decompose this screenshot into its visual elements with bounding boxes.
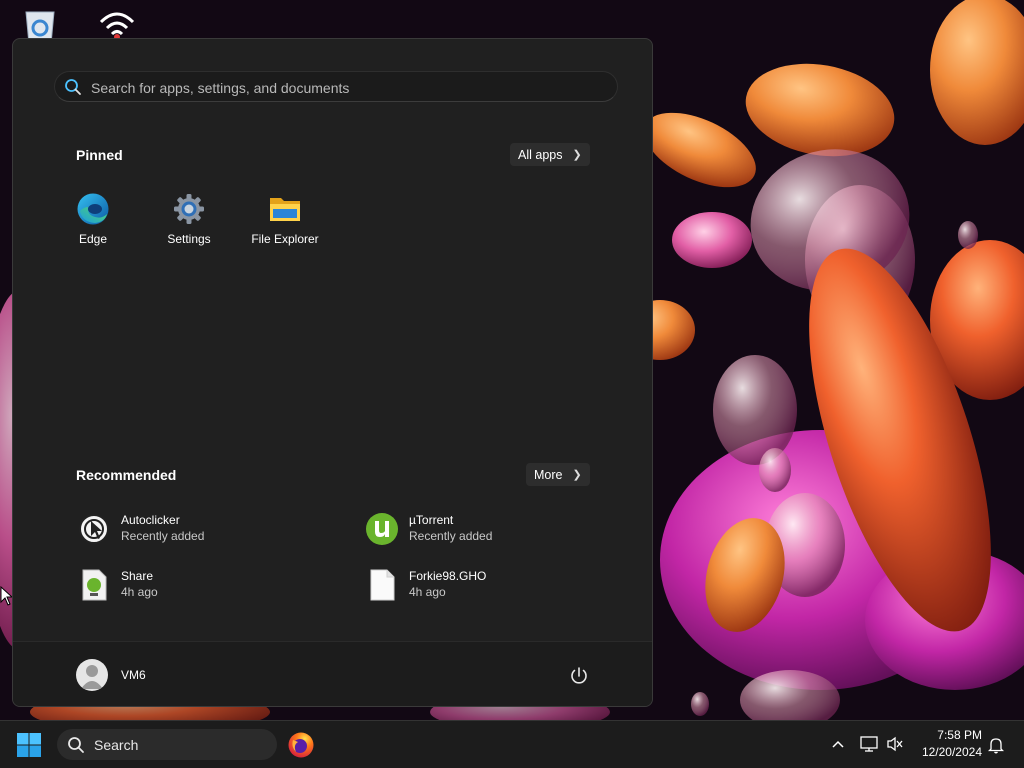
user-avatar-icon [81, 665, 103, 689]
start-search-input[interactable] [89, 72, 593, 103]
pinned-app-edge[interactable]: Edge [51, 189, 135, 251]
recommended-item-name: Share [121, 569, 154, 583]
taskbar-search-label: Search [94, 737, 139, 753]
recommended-item-subtitle: Recently added [409, 529, 493, 543]
chevron-right-icon: ❯ [572, 149, 582, 161]
user-bar: VM6 [13, 641, 652, 706]
search-icon [65, 79, 81, 95]
more-label: More [534, 467, 563, 482]
clock-date[interactable]: 12/20/2024 [914, 745, 982, 759]
pinned-title: Pinned [76, 147, 123, 163]
start-search-box[interactable] [54, 71, 618, 103]
pinned-app-label: File Explorer [251, 232, 319, 246]
settings-gear-icon [174, 194, 204, 224]
avatar[interactable] [76, 659, 108, 691]
recommended-title: Recommended [76, 467, 177, 483]
recommended-item-autoclicker[interactable]: Autoclicker Recently added [77, 509, 337, 549]
all-apps-label: All apps [518, 147, 563, 162]
windows-start-icon[interactable] [16, 732, 42, 758]
share-file-icon [82, 569, 107, 601]
recommended-item-share[interactable]: Share 4h ago [77, 565, 337, 605]
mouse-cursor-icon [0, 586, 12, 606]
all-apps-button[interactable]: All apps ❯ [510, 143, 590, 166]
taskbar-search-button[interactable]: Search [57, 729, 277, 760]
taskbar: Search [0, 720, 1024, 768]
chevron-up-icon[interactable] [832, 739, 844, 749]
recommended-item-subtitle: Recently added [121, 529, 205, 543]
autoclicker-icon [79, 514, 109, 544]
recommended-item-forkie98[interactable]: Forkie98.GHO 4h ago [365, 565, 625, 605]
recommended-item-subtitle: 4h ago [409, 585, 446, 599]
pinned-app-file-explorer[interactable]: File Explorer [243, 189, 327, 251]
display-monitor-icon[interactable] [860, 736, 878, 752]
notification-bell-icon[interactable] [988, 736, 1004, 754]
utorrent-icon [366, 513, 398, 545]
chevron-right-icon: ❯ [572, 469, 582, 481]
start-menu: Pinned All apps ❯ Edge [12, 38, 653, 707]
search-icon [68, 737, 84, 753]
recommended-item-name: Forkie98.GHO [409, 569, 487, 583]
recommended-item-utorrent[interactable]: µTorrent Recently added [365, 509, 625, 549]
firefox-icon[interactable] [287, 731, 315, 759]
edge-icon [77, 193, 109, 225]
more-button[interactable]: More ❯ [526, 463, 590, 486]
pinned-app-label: Edge [78, 232, 108, 246]
user-name[interactable]: VM6 [121, 668, 146, 682]
document-icon [370, 569, 395, 601]
recommended-item-name: Autoclicker [121, 513, 180, 527]
recommended-item-subtitle: 4h ago [121, 585, 158, 599]
folder-icon [270, 198, 300, 221]
clock-time[interactable]: 7:58 PM [922, 728, 982, 742]
recommended-item-name: µTorrent [409, 513, 454, 527]
power-icon[interactable] [568, 665, 590, 687]
pinned-app-settings[interactable]: Settings [147, 189, 231, 251]
volume-muted-icon[interactable] [886, 736, 904, 752]
pinned-app-label: Settings [167, 232, 211, 246]
